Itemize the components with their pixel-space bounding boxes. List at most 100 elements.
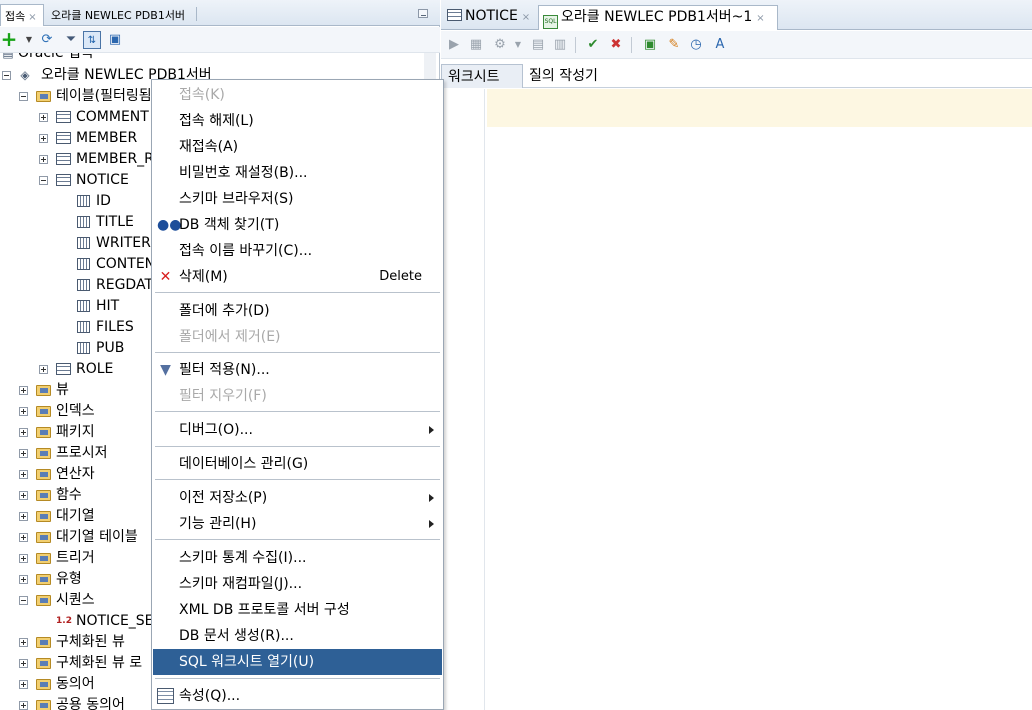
binoculars-icon: ●● [157, 217, 182, 233]
worksheet-toolbar: ▶ ▦ ⚙ ▼ ▤ ▥ ✔ ✖ ▣ ✎ ◷ A [441, 31, 1032, 59]
expand-icon[interactable] [19, 575, 28, 584]
eraser-icon[interactable]: ✎ [665, 36, 683, 54]
menu-item-label: 속성(Q)... [179, 688, 241, 704]
expand-icon[interactable] [19, 386, 28, 395]
menu-item-add-to-folder[interactable]: 폴더에 추가(D) [153, 298, 442, 324]
menu-item-database-admin[interactable]: 데이터베이스 관리(G) [153, 451, 442, 477]
sql-history-icon[interactable]: ◷ [687, 36, 705, 54]
menu-item-find-db-object[interactable]: ●● DB 객체 찾기(T) [153, 212, 442, 238]
tree-item-label: COMMENT [76, 109, 149, 125]
format-case-icon[interactable]: A [711, 36, 729, 54]
menu-item-open-sql-worksheet[interactable]: SQL 워크시트 열기(U) [153, 649, 442, 675]
expand-icon[interactable] [19, 512, 28, 521]
expand-icon[interactable] [19, 470, 28, 479]
menu-item-generate-db-doc[interactable]: DB 문서 생성(R)... [153, 623, 442, 649]
menu-item-recompile-schema[interactable]: 스키마 재컴파일(J)... [153, 571, 442, 597]
expand-icon[interactable] [19, 407, 28, 416]
tree-item-label: 시퀀스 [56, 592, 95, 608]
close-icon[interactable]: × [756, 13, 764, 24]
tab-newlec-server[interactable]: 오라클 NEWLEC PDB1서버 [47, 4, 189, 26]
close-icon[interactable]: × [28, 12, 36, 23]
sort-icon[interactable]: ⇅ [83, 31, 101, 49]
expand-icon[interactable] [19, 533, 28, 542]
menu-item-legacy-repository[interactable]: 이전 저장소(P) [153, 485, 442, 511]
tree-item-label: PUB [96, 340, 125, 356]
expand-icon[interactable] [19, 491, 28, 500]
menu-item-apply-filter[interactable]: ▼ 필터 적용(N)... [153, 357, 442, 383]
menu-item-rename-connection[interactable]: 접속 이름 바꾸기(C)... [153, 238, 442, 264]
explain-plan-icon[interactable]: ▤ [529, 36, 547, 54]
menu-item-label: 폴더에서 제거(E) [179, 329, 281, 345]
menu-item-reset-password[interactable]: 비밀번호 재설정(B)... [153, 160, 442, 186]
expand-icon[interactable] [19, 638, 28, 647]
menu-item-xml-db-config[interactable]: XML DB 프로토콜 서버 구성 [153, 597, 442, 623]
menu-item-properties[interactable]: 속성(Q)... [153, 683, 442, 709]
menu-item-remove-from-folder[interactable]: 폴더에서 제거(E) [153, 324, 442, 350]
expand-icon[interactable] [39, 134, 48, 143]
run-script-icon[interactable]: ▦ [467, 36, 485, 54]
menu-item-connect[interactable]: 접속(K) [153, 82, 442, 108]
tree-item-label: 구체화된 뷰 로 [56, 655, 143, 671]
menu-item-label: 폴더에 추가(D) [179, 303, 270, 319]
chevron-down-icon[interactable]: ▼ [509, 36, 527, 54]
expand-icon[interactable] [19, 554, 28, 563]
menu-item-delete[interactable]: ✕ 삭제(M) Delete [153, 264, 442, 290]
autotrace-icon[interactable]: ⚙ [491, 36, 509, 54]
menu-item-clear-filter[interactable]: 필터 지우기(F) [153, 383, 442, 409]
autotrace-plan-icon[interactable]: ▥ [551, 36, 569, 54]
expand-icon[interactable] [19, 680, 28, 689]
sql-tuning-icon[interactable]: ▣ [641, 36, 659, 54]
commit-icon[interactable]: ✔ [584, 36, 602, 54]
filter-icon[interactable]: ⏷ [62, 31, 80, 49]
table-icon [56, 153, 71, 165]
run-statement-icon[interactable]: ▶ [445, 36, 463, 54]
add-connection-icon[interactable]: + [0, 29, 18, 49]
expand-icon[interactable] [19, 701, 28, 710]
table-icon [56, 363, 71, 375]
menu-item-reconnect[interactable]: 재접속(A) [153, 134, 442, 160]
expand-icon[interactable] [19, 428, 28, 437]
menu-separator [155, 539, 440, 540]
menu-item-label: 접속(K) [179, 87, 225, 103]
rollback-icon[interactable]: ✖ [607, 36, 625, 54]
collapse-icon[interactable] [2, 71, 11, 80]
tab-query-builder[interactable]: 질의 작성기 [523, 64, 604, 88]
close-icon[interactable]: × [522, 12, 530, 23]
tab-worksheet[interactable]: 워크시트 [441, 64, 523, 88]
menu-item-manage-features[interactable]: 기능 관리(H) [153, 511, 442, 537]
tab-newlec-server-label: 오라클 NEWLEC PDB1서버 [51, 9, 186, 22]
tree-item-label: NOTICE [76, 172, 129, 188]
collapse-icon[interactable] [39, 176, 48, 185]
column-icon [77, 216, 90, 228]
table-icon [56, 174, 71, 186]
collapse-icon[interactable] [19, 92, 28, 101]
chevron-down-icon[interactable]: ▼ [20, 31, 38, 49]
menu-separator [155, 292, 440, 293]
menu-item-schema-browser[interactable]: 스키마 브라우저(S) [153, 186, 442, 212]
submenu-arrow-icon [429, 494, 434, 502]
minimize-icon[interactable] [418, 9, 428, 18]
folder-icon [36, 700, 51, 710]
tab-connections[interactable]: 접속 × [0, 4, 44, 26]
tab-sql-worksheet[interactable]: SQL 오라클 NEWLEC PDB1서버~1 × [538, 5, 778, 30]
menu-item-gather-schema-stats[interactable]: 스키마 통계 수집(I)... [153, 545, 442, 571]
table-icon [447, 9, 462, 21]
tree-item-label: 인덱스 [56, 403, 95, 419]
menu-item-label: 접속 해제(L) [179, 113, 254, 129]
sql-editor[interactable] [441, 89, 1032, 710]
expand-icon[interactable] [39, 155, 48, 164]
expand-icon[interactable] [19, 659, 28, 668]
menu-item-label: 스키마 브라우저(S) [179, 191, 294, 207]
tab-notice[interactable]: NOTICE × [443, 5, 537, 30]
menu-item-disconnect[interactable]: 접속 해제(L) [153, 108, 442, 134]
toolbar-divider [575, 37, 576, 53]
expand-icon[interactable] [39, 113, 48, 122]
expand-icon[interactable] [19, 449, 28, 458]
refresh-icon[interactable]: ⟳ [38, 31, 56, 49]
collapse-icon[interactable] [19, 596, 28, 605]
expand-icon[interactable] [39, 365, 48, 374]
menu-item-debug[interactable]: 디버그(O)... [153, 417, 442, 443]
left-panel-tabs: 접속 × 오라클 NEWLEC PDB1서버 [0, 0, 440, 26]
tree-item-label: MEMBER [76, 130, 138, 146]
schema-browser-icon[interactable]: ▣ [106, 31, 124, 49]
